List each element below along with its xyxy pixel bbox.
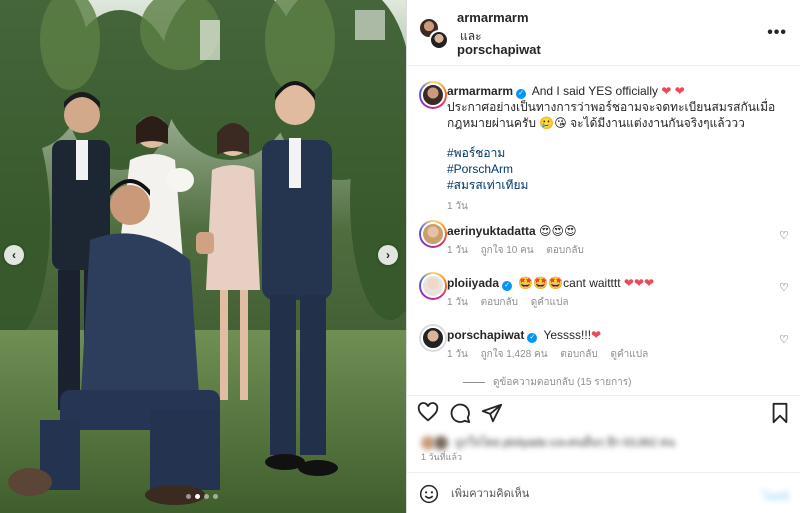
caption-username[interactable]: armarmarm	[447, 84, 513, 98]
see-translation-button[interactable]: ดูคำแปล	[531, 297, 569, 308]
carousel-dots	[186, 494, 218, 499]
reply-button[interactable]: ตอบกลับ	[546, 245, 583, 256]
carousel-next-button[interactable]: ›	[378, 245, 398, 265]
verified-badge-icon: ✓	[527, 333, 538, 343]
comment-text: Yessss!!!	[543, 328, 592, 342]
carousel-dot	[204, 494, 209, 499]
comment-username[interactable]: ploiiyada	[447, 276, 499, 290]
carousel-prev-button[interactable]: ‹	[4, 245, 24, 265]
post-side-panel: armarmarm และ porschapiwat ••• armarmarm…	[406, 0, 800, 513]
comment-likes[interactable]: ถูกใจ 10 คน	[481, 245, 534, 256]
hashtag-link[interactable]: #สมรสเท่าเทียม	[447, 177, 781, 193]
author-username[interactable]: armarmarm	[457, 10, 529, 25]
caption-avatar[interactable]	[419, 81, 447, 109]
post-comment-button[interactable]: โพสต์	[762, 487, 789, 505]
likes-text[interactable]: ถูกใจโดย ploiiyada และคนอื่นๆ อีก 63,862…	[455, 437, 675, 449]
verified-badge-icon: ✓	[516, 89, 527, 99]
caption-time: 1 วัน	[447, 201, 468, 212]
carousel-dot-active	[195, 494, 200, 499]
action-bar	[407, 395, 800, 431]
post-header: armarmarm และ porschapiwat •••	[407, 0, 800, 66]
caption-line1: And I said YES officially	[531, 84, 659, 98]
heart-outline-icon[interactable]: ♡	[779, 333, 791, 346]
carousel-dot	[186, 494, 191, 499]
comment-bar: โพสต์	[407, 472, 800, 513]
avatar[interactable]	[429, 30, 449, 50]
comment-username[interactable]: aerinyuktadatta	[447, 224, 536, 238]
hashtag-link[interactable]: #พอร์ชอาม	[447, 145, 781, 161]
bookmark-icon[interactable]	[769, 402, 791, 424]
heart-outline-icon[interactable]: ♡	[779, 281, 791, 294]
comment-time: 1 วัน	[447, 349, 468, 360]
comment-time: 1 วัน	[447, 245, 468, 256]
caption: armarmarm ✓ And I said YES officially ❤ ❤…	[447, 83, 781, 215]
comment-username[interactable]: porschapiwat	[447, 328, 524, 342]
comment-avatar[interactable]	[419, 272, 447, 300]
comment-text: 🤩🤩🤩cant waitttt	[518, 276, 621, 290]
ellipsis-icon[interactable]: •••	[767, 24, 787, 42]
heart-outline-icon[interactable]: ♡	[779, 229, 791, 242]
comments-scroll-area[interactable]: armarmarm ✓ And I said YES officially ❤ ❤…	[407, 67, 800, 390]
caption-line3: กฎหมายผ่านครับ 🥲😘 จะได้มีงานแต่งงานกันจร…	[447, 116, 745, 130]
comment-avatar[interactable]	[419, 220, 447, 248]
comment-meta: 1 วัน ถูกใจ 10 คน ตอบกลับ	[447, 243, 781, 259]
comment-icon[interactable]	[449, 402, 471, 424]
comment-meta: 1 วัน ถูกใจ 1,428 คน ตอบกลับ ดูคำแปล	[447, 347, 781, 363]
comment-input[interactable]	[451, 483, 741, 505]
wedding-proposal-image	[0, 0, 406, 513]
heart-icon[interactable]	[417, 402, 439, 424]
heart-emoji-icon: ❤	[591, 328, 602, 342]
caption-line2: ประกาศอย่างเป็นทางการว่าพอร์ชอามจะจดทะเบ…	[447, 100, 776, 114]
heart-emoji-icon: ❤ ❤	[661, 84, 685, 98]
likes-summary[interactable]: ถูกใจโดย ploiiyada และคนอื่นๆ อีก 63,862…	[421, 433, 675, 451]
liker-avatar	[434, 436, 449, 451]
comment-meta: 1 วัน ตอบกลับ ดูคำแปล	[447, 295, 781, 311]
post-photo[interactable]: ‹ ›	[0, 0, 406, 513]
comment-text: 😍😍😍	[539, 224, 577, 238]
comment-item: porschapiwat ✓ Yessss!!!❤ 1 วัน ถูกใจ 1,4…	[447, 327, 781, 363]
share-icon[interactable]	[481, 402, 503, 424]
verified-badge-icon: ✓	[502, 281, 513, 291]
carousel-dot	[213, 494, 218, 499]
reply-button[interactable]: ตอบกลับ	[481, 297, 518, 308]
comment-avatar[interactable]	[419, 324, 447, 352]
liker-avatar	[421, 436, 435, 451]
emoji-icon[interactable]	[419, 484, 439, 504]
comment-item: ploiiyada ✓ 🤩🤩🤩cant waitttt ❤❤❤ 1 วัน ตอบ…	[447, 275, 781, 311]
collab-avatars[interactable]	[419, 18, 449, 50]
reply-button[interactable]: ตอบกลับ	[560, 349, 597, 360]
hashtag-link[interactable]: #PorschArm	[447, 161, 781, 177]
collab-username[interactable]: porschapiwat	[457, 42, 541, 57]
post-time: 1 วันที่แล้ว	[421, 452, 463, 462]
comment-likes[interactable]: ถูกใจ 1,428 คน	[481, 349, 548, 360]
comment-time: 1 วัน	[447, 297, 468, 308]
view-replies-button[interactable]: ดูข้อความตอบกลับ (15 รายการ)	[463, 375, 631, 390]
heart-emoji-icon: ❤❤❤	[623, 276, 655, 290]
comment-item: aerinyuktadatta 😍😍😍 1 วัน ถูกใจ 10 คน ตอ…	[447, 223, 781, 259]
see-translation-button[interactable]: ดูคำแปล	[611, 349, 649, 360]
